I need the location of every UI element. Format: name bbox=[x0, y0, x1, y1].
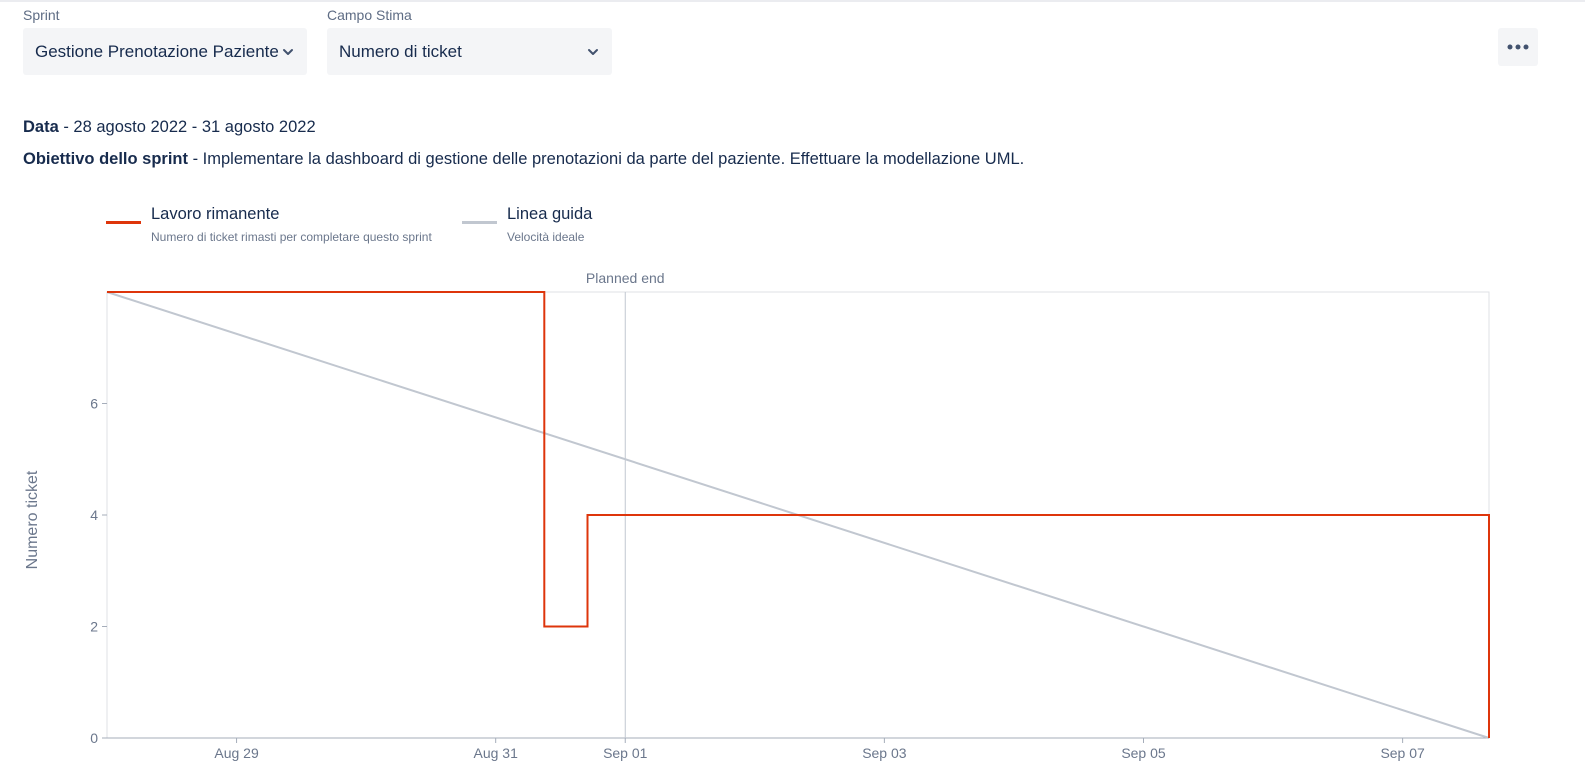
x-tick-label: Sep 05 bbox=[1121, 745, 1166, 761]
x-tick-label: Aug 29 bbox=[214, 745, 259, 761]
x-tick-label: Sep 01 bbox=[603, 745, 648, 761]
x-tick-label: Aug 31 bbox=[474, 745, 519, 761]
y-axis-label: Numero ticket bbox=[24, 470, 41, 569]
planned-end-label: Planned end bbox=[586, 270, 665, 286]
y-tick-label: 0 bbox=[90, 730, 98, 746]
x-tick-label: Sep 03 bbox=[862, 745, 907, 761]
y-tick-label: 4 bbox=[90, 507, 98, 523]
y-tick-label: 2 bbox=[90, 619, 98, 635]
y-tick-label: 6 bbox=[90, 396, 98, 412]
x-tick-label: Sep 07 bbox=[1380, 745, 1425, 761]
burndown-chart: Planned end 0 2 4 6 Aug 29 Aug 31 Sep 01 Sep 03 S… bbox=[24, 270, 1490, 761]
